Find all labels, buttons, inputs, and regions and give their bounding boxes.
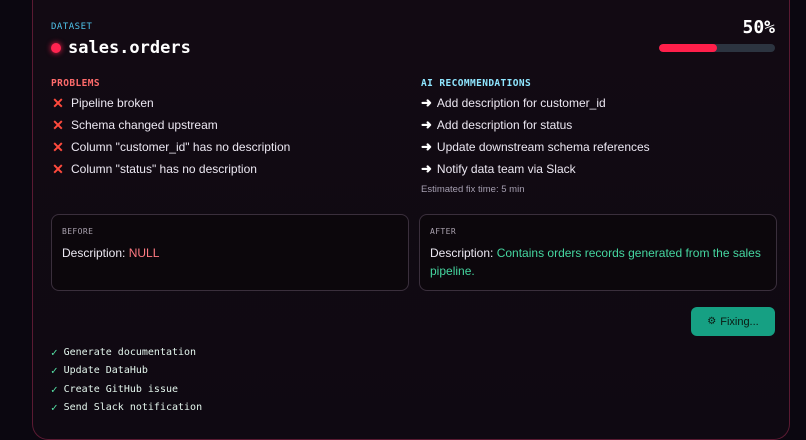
problem-text: Pipeline broken: [71, 96, 154, 110]
dataset-card: DATASET sales.orders 50% PROBLEMS ✕ Pipel…: [32, 0, 790, 440]
step-text: Send Slack notification: [63, 402, 203, 414]
progress-bar: [659, 44, 775, 52]
step-text: Create GitHub issue: [63, 383, 179, 395]
before-description-prefix: Description:: [62, 246, 126, 260]
check-icon: ✓: [51, 382, 58, 396]
recommendation-text: Add description for customer_id: [436, 96, 606, 110]
step-item: ✓ Update DataHub: [51, 362, 202, 381]
progress-percent: 50%: [742, 17, 775, 38]
step-item: ✓ Create GitHub issue: [51, 380, 202, 399]
step-text: Generate documentation: [63, 346, 197, 358]
dataset-name: sales.orders: [68, 38, 191, 58]
arrow-right-icon: ➜: [421, 161, 432, 176]
recommendation-text: Update downstream schema references: [436, 140, 650, 154]
recommendation-text: Add description for status: [436, 118, 573, 132]
after-panel: AFTER Description: Contains orders recor…: [419, 214, 777, 291]
check-icon: ✓: [51, 401, 58, 415]
problems-title: PROBLEMS: [51, 78, 100, 89]
check-icon: ✓: [51, 364, 58, 378]
step-item: ✓ Generate documentation: [51, 343, 202, 362]
before-label: BEFORE: [62, 227, 94, 236]
steps-list: ✓ Generate documentation ✓ Update DataHub …: [51, 343, 202, 417]
dataset-header: sales.orders: [51, 38, 191, 58]
x-icon: ✕: [52, 138, 64, 155]
x-icon: ✕: [52, 94, 64, 111]
step-item: ✓ Send Slack notification: [51, 399, 202, 418]
ai-recommendations-title: AI RECOMMENDATIONS: [421, 78, 532, 89]
problem-text: Schema changed upstream: [71, 118, 218, 132]
after-description-prefix: Description:: [430, 246, 494, 260]
estimated-fix-time: Estimated fix time: 5 min: [421, 184, 525, 195]
gear-icon: ⚙: [707, 316, 717, 327]
step-text: Update DataHub: [63, 365, 148, 377]
recommendation-item: ➜ Update downstream schema references: [421, 136, 650, 158]
x-icon: ✕: [52, 116, 64, 133]
recommendation-item: ➜ Add description for status: [421, 114, 650, 136]
arrow-right-icon: ➜: [421, 117, 432, 132]
recommendation-text: Notify data team via Slack: [436, 162, 576, 176]
problem-text: Column "status" has no description: [71, 162, 257, 176]
check-icon: ✓: [51, 345, 58, 359]
fixing-button[interactable]: ⚙ Fixing...: [691, 307, 775, 336]
after-description: Description: Contains orders records gen…: [430, 244, 766, 280]
problem-item: ✕ Pipeline broken: [51, 92, 290, 114]
dataset-label: DATASET: [51, 22, 93, 32]
arrow-right-icon: ➜: [421, 139, 432, 154]
ai-recommendations-list: ➜ Add description for customer_id ➜ Add de…: [421, 92, 650, 180]
before-description: Description: NULL: [62, 244, 398, 262]
fixing-button-label: Fixing...: [720, 315, 759, 328]
before-panel: BEFORE Description: NULL: [51, 214, 409, 291]
problem-item: ✕ Schema changed upstream: [51, 114, 290, 136]
before-description-value: NULL: [128, 246, 160, 260]
recommendation-item: ➜ Add description for customer_id: [421, 92, 650, 114]
problem-item: ✕ Column "customer_id" has no description: [51, 136, 290, 158]
problem-item: ✕ Column "status" has no description: [51, 158, 290, 180]
arrow-right-icon: ➜: [421, 95, 432, 110]
x-icon: ✕: [52, 160, 64, 177]
after-label: AFTER: [430, 227, 457, 236]
progress-fill: [659, 44, 717, 52]
recommendation-item: ➜ Notify data team via Slack: [421, 158, 650, 180]
problems-list: ✕ Pipeline broken ✕ Schema changed upstrea…: [51, 92, 290, 180]
status-dot-icon: [51, 43, 61, 53]
problem-text: Column "customer_id" has no description: [71, 140, 291, 154]
